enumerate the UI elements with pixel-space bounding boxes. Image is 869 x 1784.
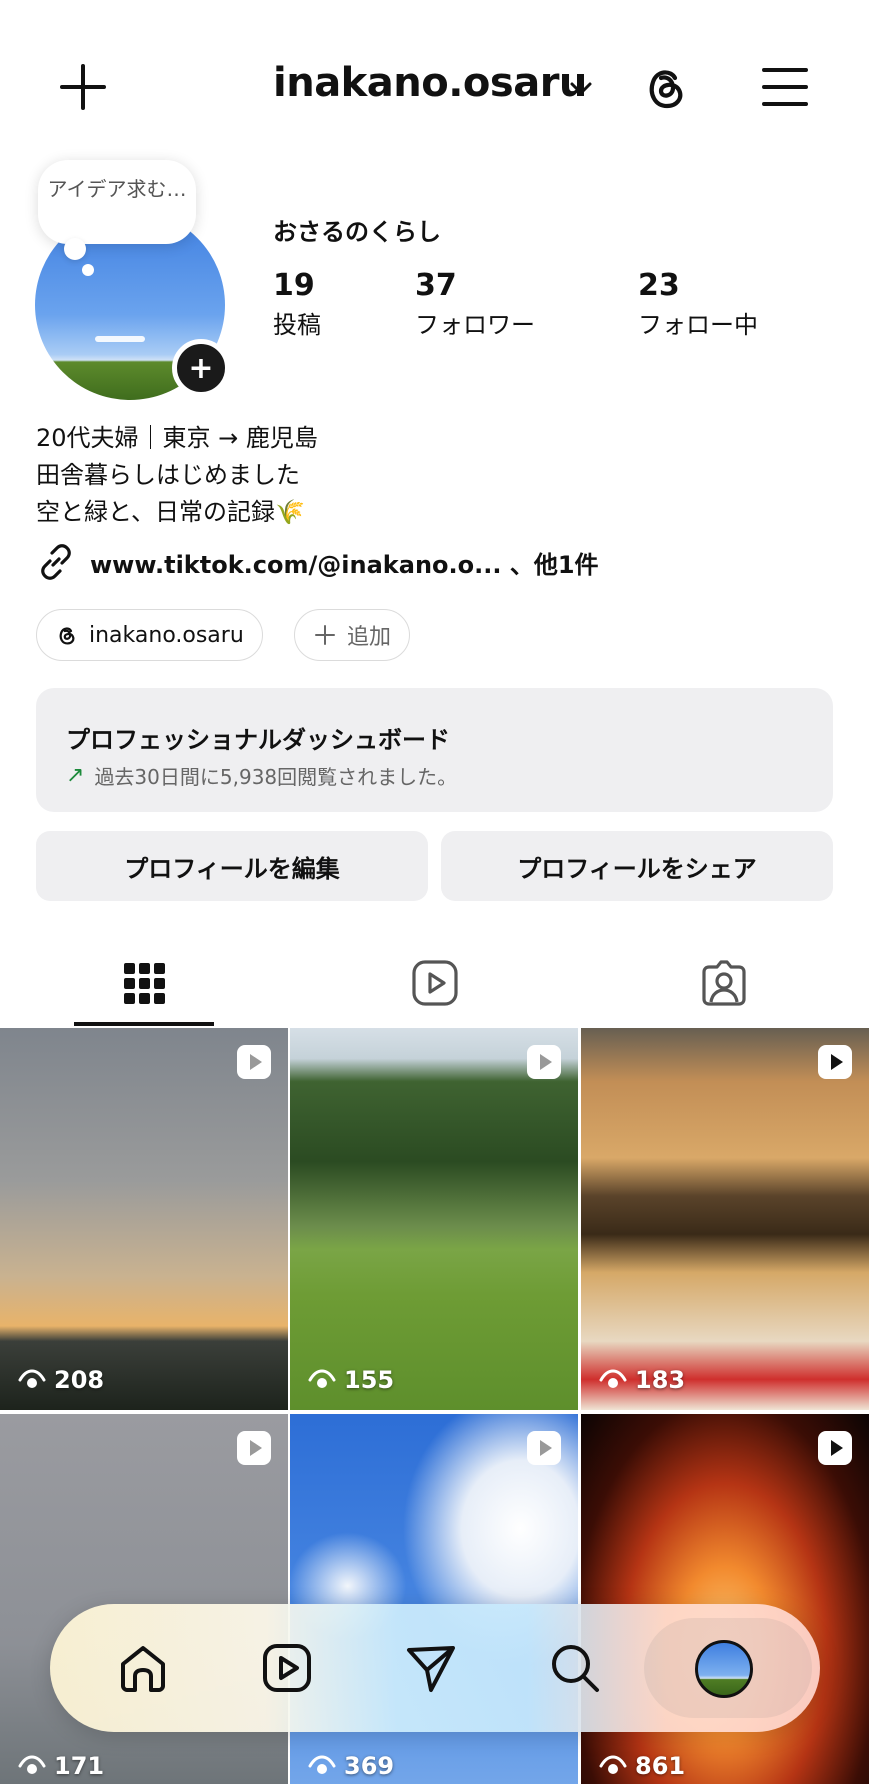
view-count: 208 bbox=[18, 1366, 104, 1394]
reels-icon bbox=[263, 1644, 311, 1692]
tab-reels[interactable] bbox=[365, 940, 505, 1026]
add-chip[interactable]: 追加 bbox=[294, 609, 411, 661]
chevron-down-icon[interactable] bbox=[568, 76, 594, 102]
reels-icon bbox=[412, 960, 458, 1006]
nav-messages[interactable] bbox=[401, 1638, 461, 1698]
reel-badge-icon bbox=[818, 1045, 852, 1079]
dashboard-subtitle: ↗ 過去30日間に5,938回閲覧されました。 bbox=[66, 761, 803, 790]
bio-line: 20代夫婦｜東京 → 鹿児島 bbox=[36, 424, 318, 452]
trend-up-icon: ↗ bbox=[66, 763, 85, 788]
plus-icon[interactable] bbox=[58, 62, 108, 112]
menu-icon[interactable] bbox=[760, 64, 810, 110]
share-profile-button[interactable]: プロフィールをシェア bbox=[441, 831, 833, 901]
dashboard-title: プロフェッショナルダッシュボード bbox=[66, 726, 450, 754]
stat-following[interactable]: 23 フォロー中 bbox=[638, 268, 758, 340]
post-thumbnail[interactable]: 208 bbox=[0, 1028, 288, 1410]
tagged-icon bbox=[702, 960, 746, 1006]
post-thumbnail[interactable]: 183 bbox=[581, 1028, 869, 1410]
stat-posts-label: 投稿 bbox=[273, 311, 321, 339]
search-icon bbox=[552, 1645, 599, 1692]
eye-icon bbox=[18, 1369, 46, 1388]
bio-line: 田舎暮らしはじめました bbox=[36, 461, 300, 489]
grid-icon bbox=[124, 963, 165, 1004]
bio: 20代夫婦｜東京 → 鹿児島 田舎暮らしはじめました 空と緑と、日常の記録🌾 bbox=[36, 420, 318, 531]
reel-badge-icon bbox=[237, 1045, 271, 1079]
view-count: 183 bbox=[599, 1366, 685, 1394]
eye-icon bbox=[18, 1755, 46, 1774]
stat-following-count: 23 bbox=[638, 268, 680, 303]
threads-chip-label: inakano.osaru bbox=[89, 622, 244, 648]
note-bubble-tail bbox=[64, 238, 86, 260]
nav-search[interactable] bbox=[545, 1638, 605, 1698]
note-bubble[interactable]: アイデア求む… bbox=[38, 160, 196, 244]
plus-icon bbox=[315, 625, 335, 645]
profile-tabs bbox=[0, 940, 869, 1026]
account-username[interactable]: inakano.osaru bbox=[273, 60, 587, 106]
eye-icon bbox=[308, 1755, 336, 1774]
add-chip-label: 追加 bbox=[347, 625, 392, 650]
bottom-nav bbox=[50, 1604, 820, 1732]
view-count-text: 155 bbox=[344, 1366, 395, 1394]
reel-badge-icon bbox=[237, 1431, 271, 1465]
stat-followers-label: フォロワー bbox=[415, 311, 535, 339]
view-count: 861 bbox=[599, 1752, 685, 1780]
tab-tagged[interactable] bbox=[654, 940, 794, 1026]
top-bar: inakano.osaru bbox=[0, 40, 869, 130]
stat-posts-count: 19 bbox=[273, 268, 315, 303]
nav-home[interactable] bbox=[113, 1638, 173, 1698]
tab-posts-grid[interactable] bbox=[74, 940, 214, 1026]
eye-icon bbox=[308, 1369, 336, 1388]
add-story-button[interactable]: + bbox=[172, 339, 230, 397]
display-name: おさるのくらし bbox=[273, 218, 441, 246]
direct-message-icon bbox=[407, 1646, 455, 1692]
view-count: 171 bbox=[18, 1752, 104, 1780]
threads-icon bbox=[59, 627, 75, 645]
home-icon bbox=[121, 1646, 165, 1692]
view-count-text: 369 bbox=[344, 1752, 395, 1780]
nav-profile-avatar[interactable] bbox=[695, 1640, 753, 1698]
bio-line: 空と緑と、日常の記録🌾 bbox=[36, 498, 305, 526]
stat-posts[interactable]: 19 投稿 bbox=[273, 268, 321, 340]
view-count-text: 183 bbox=[635, 1366, 686, 1394]
eye-icon bbox=[599, 1755, 627, 1774]
post-thumbnail[interactable]: 155 bbox=[290, 1028, 578, 1410]
stat-followers-count: 37 bbox=[415, 268, 457, 303]
note-bubble-tail bbox=[82, 264, 94, 276]
dashboard-subtitle-text: 過去30日間に5,938回閲覧されました。 bbox=[94, 765, 458, 789]
bio-link-text: www.tiktok.com/@inakano.o... 、他1件 bbox=[90, 550, 599, 579]
view-count-text: 171 bbox=[54, 1752, 105, 1780]
stat-followers[interactable]: 37 フォロワー bbox=[415, 268, 535, 340]
bio-link[interactable]: www.tiktok.com/@inakano.o... 、他1件 bbox=[36, 542, 599, 582]
edit-profile-button[interactable]: プロフィールを編集 bbox=[36, 831, 428, 901]
view-count: 155 bbox=[308, 1366, 394, 1394]
active-tab-indicator bbox=[74, 1022, 214, 1026]
eye-icon bbox=[599, 1369, 627, 1388]
threads-icon[interactable] bbox=[639, 60, 693, 114]
reel-badge-icon bbox=[527, 1431, 561, 1465]
view-count: 369 bbox=[308, 1752, 394, 1780]
reel-badge-icon bbox=[818, 1431, 852, 1465]
stat-following-label: フォロー中 bbox=[638, 311, 758, 339]
reel-badge-icon bbox=[527, 1045, 561, 1079]
view-count-text: 861 bbox=[635, 1752, 686, 1780]
nav-reels[interactable] bbox=[257, 1638, 317, 1698]
link-icon bbox=[41, 544, 71, 580]
threads-chip[interactable]: inakano.osaru bbox=[36, 609, 263, 661]
view-count-text: 208 bbox=[54, 1366, 105, 1394]
professional-dashboard[interactable]: プロフェッショナルダッシュボード ↗ 過去30日間に5,938回閲覧されました。 bbox=[36, 688, 833, 812]
